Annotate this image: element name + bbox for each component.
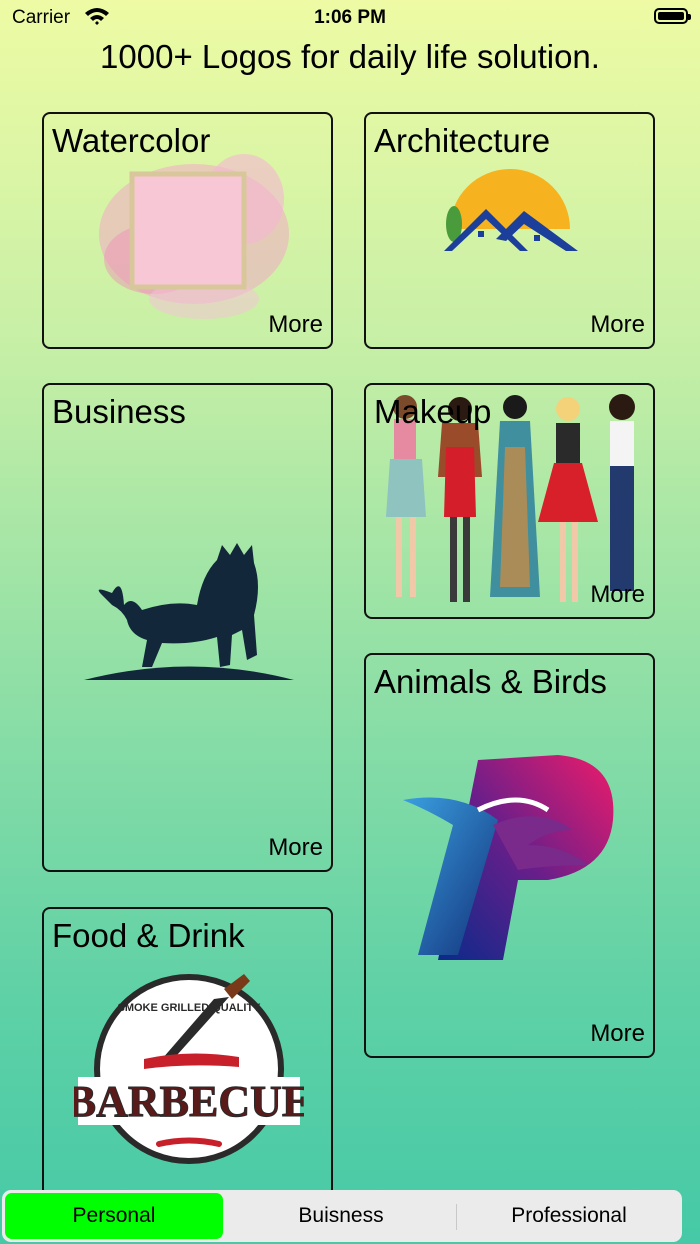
card-title: Architecture (374, 122, 551, 159)
card-architecture[interactable]: Architecture More (364, 112, 655, 349)
clock: 1:06 PM (314, 7, 386, 28)
card-makeup[interactable]: Makeup More (364, 383, 655, 619)
card-title: Business (52, 393, 186, 430)
watercolor-frame-image (99, 154, 289, 319)
house-logo-image (444, 169, 578, 251)
more-link[interactable]: More (590, 581, 645, 609)
battery-icon (654, 8, 691, 24)
card-title: Makeup (374, 393, 492, 430)
segment-professional[interactable]: Professional (458, 1193, 680, 1239)
lion-logo-image (84, 543, 294, 680)
segment-personal[interactable]: Personal (5, 1193, 223, 1239)
more-link[interactable]: More (590, 1020, 645, 1048)
page-title: 1000+ Logos for daily life solution. (100, 38, 600, 75)
card-title: Watercolor (52, 122, 211, 159)
more-link[interactable]: More (268, 834, 323, 862)
segment-divider (456, 1204, 457, 1230)
status-bar: Carrier 1:06 PM (0, 0, 700, 36)
card-watercolor[interactable]: Watercolor More (42, 112, 333, 349)
card-animals-birds[interactable]: Animals & Birds More (364, 653, 655, 1058)
more-link[interactable]: More (268, 311, 323, 339)
category-segmented-control[interactable]: Personal Buisness Professional (2, 1190, 682, 1242)
barbecue-wordmark: BARBECUE (74, 1077, 304, 1126)
card-business[interactable]: Business More (42, 383, 333, 872)
segment-buisness[interactable]: Buisness (228, 1193, 454, 1239)
more-link[interactable]: More (590, 311, 645, 339)
card-title: Animals & Birds (374, 663, 607, 700)
phoenix-p-logo-image (403, 755, 614, 960)
card-food-drink[interactable]: BARBECUE SMOKE GRILLED QUALITY Food & Dr… (42, 907, 333, 1197)
barbecue-tagline: SMOKE GRILLED QUALITY (118, 1002, 262, 1014)
card-title: Food & Drink (52, 917, 245, 954)
barbecue-logo-image: BARBECUE SMOKE GRILLED QUALITY (74, 974, 304, 1164)
